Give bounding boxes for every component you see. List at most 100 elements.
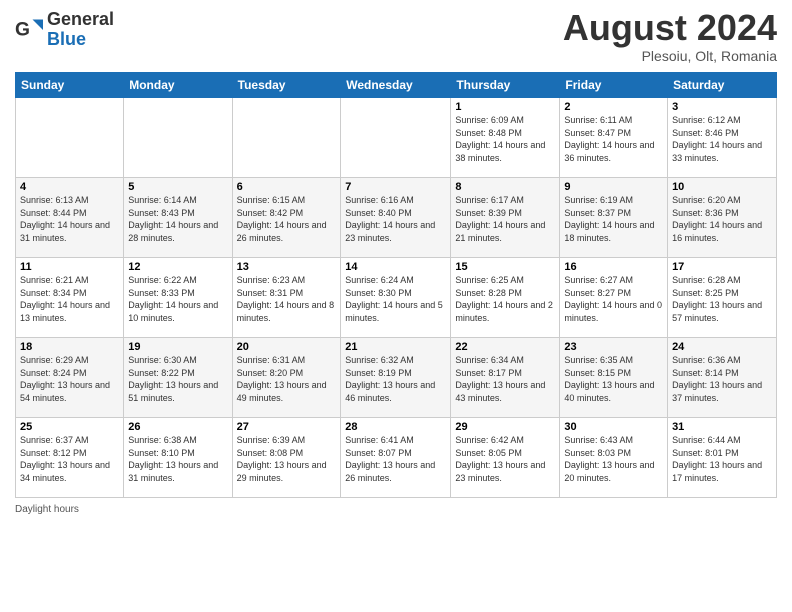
col-friday: Friday: [560, 73, 668, 98]
table-row: 20Sunrise: 6:31 AM Sunset: 8:20 PM Dayli…: [232, 338, 341, 418]
logo-blue: Blue: [47, 29, 86, 49]
day-number: 4: [20, 181, 119, 193]
table-row: 23Sunrise: 6:35 AM Sunset: 8:15 PM Dayli…: [560, 338, 668, 418]
table-row: 6Sunrise: 6:15 AM Sunset: 8:42 PM Daylig…: [232, 178, 341, 258]
table-row: 15Sunrise: 6:25 AM Sunset: 8:28 PM Dayli…: [451, 258, 560, 338]
table-row: 14Sunrise: 6:24 AM Sunset: 8:30 PM Dayli…: [341, 258, 451, 338]
table-row: 21Sunrise: 6:32 AM Sunset: 8:19 PM Dayli…: [341, 338, 451, 418]
day-info: Sunrise: 6:13 AM Sunset: 8:44 PM Dayligh…: [20, 194, 119, 244]
col-thursday: Thursday: [451, 73, 560, 98]
day-info: Sunrise: 6:12 AM Sunset: 8:46 PM Dayligh…: [672, 114, 772, 164]
day-info: Sunrise: 6:27 AM Sunset: 8:27 PM Dayligh…: [564, 274, 663, 324]
table-row: 29Sunrise: 6:42 AM Sunset: 8:05 PM Dayli…: [451, 418, 560, 498]
day-number: 13: [237, 261, 337, 273]
footer: Daylight hours: [15, 504, 777, 515]
table-row: 10Sunrise: 6:20 AM Sunset: 8:36 PM Dayli…: [668, 178, 777, 258]
day-info: Sunrise: 6:24 AM Sunset: 8:30 PM Dayligh…: [345, 274, 446, 324]
day-number: 27: [237, 421, 337, 433]
table-row: 4Sunrise: 6:13 AM Sunset: 8:44 PM Daylig…: [16, 178, 124, 258]
day-info: Sunrise: 6:37 AM Sunset: 8:12 PM Dayligh…: [20, 434, 119, 484]
table-row: 31Sunrise: 6:44 AM Sunset: 8:01 PM Dayli…: [668, 418, 777, 498]
day-number: 6: [237, 181, 337, 193]
logo-text: General Blue: [47, 10, 114, 50]
day-info: Sunrise: 6:42 AM Sunset: 8:05 PM Dayligh…: [455, 434, 555, 484]
day-number: 7: [345, 181, 446, 193]
day-number: 17: [672, 261, 772, 273]
day-number: 8: [455, 181, 555, 193]
day-number: 25: [20, 421, 119, 433]
logo-icon: G: [15, 16, 43, 44]
day-number: 18: [20, 341, 119, 353]
day-info: Sunrise: 6:16 AM Sunset: 8:40 PM Dayligh…: [345, 194, 446, 244]
table-row: 24Sunrise: 6:36 AM Sunset: 8:14 PM Dayli…: [668, 338, 777, 418]
day-number: 21: [345, 341, 446, 353]
calendar-week-row: 4Sunrise: 6:13 AM Sunset: 8:44 PM Daylig…: [16, 178, 777, 258]
table-row: 27Sunrise: 6:39 AM Sunset: 8:08 PM Dayli…: [232, 418, 341, 498]
calendar-header-row: Sunday Monday Tuesday Wednesday Thursday…: [16, 73, 777, 98]
daylight-label: Daylight hours: [15, 504, 79, 515]
day-info: Sunrise: 6:39 AM Sunset: 8:08 PM Dayligh…: [237, 434, 337, 484]
location: Plesoiu, Olt, Romania: [563, 48, 777, 64]
col-monday: Monday: [124, 73, 232, 98]
day-info: Sunrise: 6:32 AM Sunset: 8:19 PM Dayligh…: [345, 354, 446, 404]
table-row: 12Sunrise: 6:22 AM Sunset: 8:33 PM Dayli…: [124, 258, 232, 338]
day-info: Sunrise: 6:44 AM Sunset: 8:01 PM Dayligh…: [672, 434, 772, 484]
calendar-table: Sunday Monday Tuesday Wednesday Thursday…: [15, 72, 777, 498]
table-row: [232, 98, 341, 178]
day-number: 28: [345, 421, 446, 433]
table-row: 11Sunrise: 6:21 AM Sunset: 8:34 PM Dayli…: [16, 258, 124, 338]
month-year: August 2024: [563, 10, 777, 46]
table-row: 2Sunrise: 6:11 AM Sunset: 8:47 PM Daylig…: [560, 98, 668, 178]
table-row: [124, 98, 232, 178]
day-info: Sunrise: 6:36 AM Sunset: 8:14 PM Dayligh…: [672, 354, 772, 404]
day-info: Sunrise: 6:15 AM Sunset: 8:42 PM Dayligh…: [237, 194, 337, 244]
logo-general: General: [47, 9, 114, 29]
day-number: 5: [128, 181, 227, 193]
day-info: Sunrise: 6:35 AM Sunset: 8:15 PM Dayligh…: [564, 354, 663, 404]
table-row: 26Sunrise: 6:38 AM Sunset: 8:10 PM Dayli…: [124, 418, 232, 498]
day-number: 12: [128, 261, 227, 273]
day-number: 2: [564, 101, 663, 113]
col-saturday: Saturday: [668, 73, 777, 98]
col-wednesday: Wednesday: [341, 73, 451, 98]
table-row: 13Sunrise: 6:23 AM Sunset: 8:31 PM Dayli…: [232, 258, 341, 338]
table-row: 8Sunrise: 6:17 AM Sunset: 8:39 PM Daylig…: [451, 178, 560, 258]
day-info: Sunrise: 6:20 AM Sunset: 8:36 PM Dayligh…: [672, 194, 772, 244]
table-row: [16, 98, 124, 178]
table-row: [341, 98, 451, 178]
calendar-week-row: 11Sunrise: 6:21 AM Sunset: 8:34 PM Dayli…: [16, 258, 777, 338]
day-number: 9: [564, 181, 663, 193]
day-number: 19: [128, 341, 227, 353]
day-number: 29: [455, 421, 555, 433]
day-info: Sunrise: 6:09 AM Sunset: 8:48 PM Dayligh…: [455, 114, 555, 164]
svg-text:G: G: [15, 19, 30, 40]
day-number: 30: [564, 421, 663, 433]
table-row: 22Sunrise: 6:34 AM Sunset: 8:17 PM Dayli…: [451, 338, 560, 418]
day-number: 11: [20, 261, 119, 273]
table-row: 30Sunrise: 6:43 AM Sunset: 8:03 PM Dayli…: [560, 418, 668, 498]
table-row: 19Sunrise: 6:30 AM Sunset: 8:22 PM Dayli…: [124, 338, 232, 418]
day-number: 24: [672, 341, 772, 353]
day-number: 20: [237, 341, 337, 353]
calendar-week-row: 25Sunrise: 6:37 AM Sunset: 8:12 PM Dayli…: [16, 418, 777, 498]
day-number: 26: [128, 421, 227, 433]
day-number: 1: [455, 101, 555, 113]
day-info: Sunrise: 6:17 AM Sunset: 8:39 PM Dayligh…: [455, 194, 555, 244]
title-block: August 2024 Plesoiu, Olt, Romania: [563, 10, 777, 64]
table-row: 1Sunrise: 6:09 AM Sunset: 8:48 PM Daylig…: [451, 98, 560, 178]
day-number: 22: [455, 341, 555, 353]
day-info: Sunrise: 6:19 AM Sunset: 8:37 PM Dayligh…: [564, 194, 663, 244]
day-number: 15: [455, 261, 555, 273]
day-info: Sunrise: 6:31 AM Sunset: 8:20 PM Dayligh…: [237, 354, 337, 404]
day-number: 10: [672, 181, 772, 193]
day-number: 16: [564, 261, 663, 273]
day-info: Sunrise: 6:30 AM Sunset: 8:22 PM Dayligh…: [128, 354, 227, 404]
table-row: 18Sunrise: 6:29 AM Sunset: 8:24 PM Dayli…: [16, 338, 124, 418]
table-row: 17Sunrise: 6:28 AM Sunset: 8:25 PM Dayli…: [668, 258, 777, 338]
day-number: 14: [345, 261, 446, 273]
day-number: 31: [672, 421, 772, 433]
col-sunday: Sunday: [16, 73, 124, 98]
page: G General Blue August 2024 Plesoiu, Olt,…: [0, 0, 792, 612]
table-row: 16Sunrise: 6:27 AM Sunset: 8:27 PM Dayli…: [560, 258, 668, 338]
day-number: 3: [672, 101, 772, 113]
